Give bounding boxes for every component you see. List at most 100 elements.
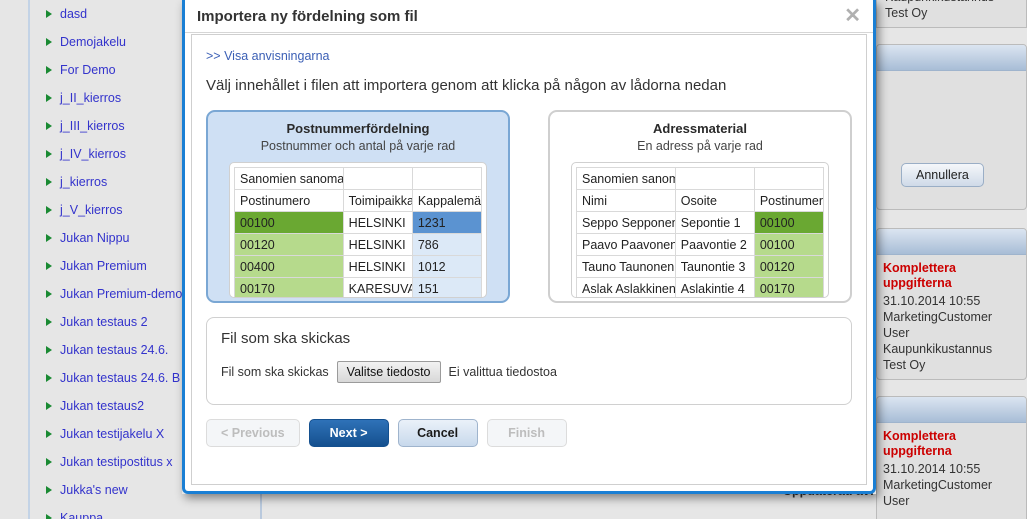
table-cell: 151 — [411, 277, 483, 297]
choose-file-button[interactable]: Valitse tiedosto — [336, 361, 441, 383]
adress-preview-table: Sanomien sanomatNimiOsoitePostinumerSepp… — [576, 167, 825, 297]
table-row: 00400 HELSINKI 1012 — [234, 255, 483, 278]
postnummer-preview-table: Sanomien sanomat Postinumero Toimipaikka Ka… — [234, 167, 483, 297]
sidebar-item-label: Jukan Nippu — [60, 231, 130, 245]
org-line2: Test Oy — [885, 6, 928, 20]
org-line1: Kaupunkikustannus — [885, 0, 994, 4]
file-field-label: Fil som ska skickas — [221, 365, 329, 379]
previous-button: < Previous — [206, 419, 300, 447]
table-column-header: Nimi — [576, 189, 676, 212]
chevron-right-icon — [46, 430, 52, 438]
chevron-right-icon — [46, 402, 52, 410]
table-row: Tauno Taunonen Taunontie 3 00120 — [576, 255, 825, 278]
table-row: Sanomien sanomat — [234, 167, 483, 190]
choice-left-title: Postnummerfördelning — [286, 121, 430, 136]
table-row: 00170 KARESUVA 151 — [234, 277, 483, 297]
close-icon[interactable]: ✕ — [842, 6, 863, 26]
cancel-button[interactable]: Cancel — [397, 419, 478, 447]
import-distribution-dialog: Importera ny fördelning som fil ✕ >> Vis… — [182, 0, 876, 494]
sidebar-item-label: Jukan Premium — [60, 259, 147, 273]
chevron-right-icon — [46, 178, 52, 186]
table-cell: Sepontie 1 — [674, 211, 755, 234]
dialog-body: >> Visa anvisningarna Välj innehållet i … — [191, 34, 867, 485]
sidebar-item-label: Jukan testipostitus x — [60, 455, 173, 469]
file-panel-heading: Fil som ska skickas — [221, 330, 351, 347]
chevron-right-icon — [46, 150, 52, 158]
table-cell: 00170 — [234, 277, 344, 297]
card-header-bar-middle — [877, 229, 1026, 255]
table-row: 00100 HELSINKI 1231 — [234, 211, 483, 234]
info-card-middle: Komplettera uppgifterna 31.10.2014 10:55… — [876, 228, 1027, 380]
status-badge-middle: Komplettera uppgifterna — [883, 261, 956, 290]
chevron-right-icon — [46, 262, 52, 270]
table-cell: 786 — [411, 233, 483, 256]
timestamp-bottom: 31.10.2014 10:55 — [883, 462, 981, 476]
card-header-bar — [877, 45, 1026, 71]
user-line2-bottom: User — [883, 494, 910, 508]
sidebar-item-label: Demojakelu — [60, 35, 127, 49]
table-cell: Tauno Taunonen — [576, 255, 676, 278]
info-card-cancel: Annullera — [876, 44, 1027, 210]
info-card-bottom: Komplettera uppgifterna 31.10.2014 10:55… — [876, 396, 1027, 519]
table-cell: 1231 — [411, 211, 483, 234]
sidebar-item-label: Jukka's new — [60, 483, 128, 497]
wizard-button-row: < Previous Next > Cancel Finish — [206, 419, 852, 447]
choice-postnummerfordelning[interactable]: Postnummerfördelning Postnummer och anta… — [206, 110, 510, 303]
sidebar-item[interactable]: Kauppa — [30, 504, 260, 519]
chevron-right-icon — [46, 458, 52, 466]
sidebar-item-label: Jukan testaus 24.6. B — [60, 371, 181, 385]
dialog-lead-text: Välj innehållet i filen att importera ge… — [206, 77, 727, 94]
sidebar-item-label: For Demo — [60, 63, 116, 77]
finish-button: Finish — [486, 419, 567, 447]
chevron-right-icon — [46, 486, 52, 494]
sidebar-item-label: j_IV_kierros — [60, 147, 126, 161]
table-cell: 00100 — [234, 211, 344, 234]
sidebar-item-label: Jukan testaus2 — [60, 399, 145, 413]
dialog-title-bar: Importera ny fördelning som fil ✕ — [185, 0, 873, 33]
sidebar-item-label: j_II_kierros — [60, 91, 122, 105]
table-column-header: Toimipaikka — [342, 189, 413, 212]
org-row-top: Kaupunkikustannus Test Oy — [885, 0, 1018, 21]
choice-adressmaterial[interactable]: Adressmaterial En adress på varje rad Sa… — [548, 110, 852, 303]
file-upload-panel: Fil som ska skickas Fil som ska skickas … — [206, 317, 852, 405]
table-cell: 1012 — [411, 255, 483, 278]
sidebar-item-label: j_III_kierros — [60, 119, 125, 133]
table-cell: Seppo Sepponen — [576, 211, 676, 234]
choice-left-table-wrap: Sanomien sanomat Postinumero Toimipaikka Ka… — [229, 162, 487, 298]
table-cell: 00170 — [753, 277, 825, 297]
table-column-header: Osoite — [674, 189, 755, 212]
table-cell: Sanomien sanomat — [576, 167, 676, 190]
table-row: 00120 HELSINKI 786 — [234, 233, 483, 256]
table-cell — [411, 167, 483, 190]
info-card-top: Kaupunkikustannus Test Oy — [876, 0, 1027, 28]
choice-right-subtitle: En adress på varje rad — [637, 139, 763, 153]
card-header-bar-bottom — [877, 397, 1026, 423]
chevron-right-icon — [46, 290, 52, 298]
table-cell: Aslak Aslakkinen — [576, 277, 676, 297]
chevron-right-icon — [46, 38, 52, 46]
user-line1-middle: MarketingCustomer — [883, 310, 993, 324]
table-row: Paavo Paavonen Paavontie 2 00100 — [576, 233, 825, 256]
choice-right-title: Adressmaterial — [653, 121, 747, 136]
table-cell: 00120 — [234, 233, 344, 256]
user-line2-middle: User — [883, 326, 910, 340]
org-line2-middle: Test Oy — [883, 358, 926, 372]
table-row: Seppo Sepponen Sepontie 1 00100 — [576, 211, 825, 234]
annullera-button[interactable]: Annullera — [901, 163, 984, 187]
chevron-right-icon — [46, 514, 52, 519]
table-column-header: Postinumero — [234, 189, 344, 212]
chevron-right-icon — [46, 206, 52, 214]
table-column-header: Postinumer — [753, 189, 825, 212]
table-cell: HELSINKI — [342, 255, 413, 278]
chevron-right-icon — [46, 122, 52, 130]
next-button[interactable]: Next > — [308, 419, 389, 447]
table-row: Sanomien sanomat — [576, 167, 825, 190]
show-instructions-link[interactable]: >> Visa anvisningarna — [206, 49, 329, 63]
table-cell — [674, 167, 755, 190]
sidebar-item-label: Jukan testijakelu X — [60, 427, 165, 441]
table-cell: 00120 — [753, 255, 825, 278]
table-cell: HELSINKI — [342, 211, 413, 234]
chevron-right-icon — [46, 10, 52, 18]
screen: dasd Demojakelu For Demo j_II_kierros j_III_… — [0, 0, 1027, 519]
table-row: Aslak Aslakkinen Aslakintie 4 00170 — [576, 277, 825, 297]
